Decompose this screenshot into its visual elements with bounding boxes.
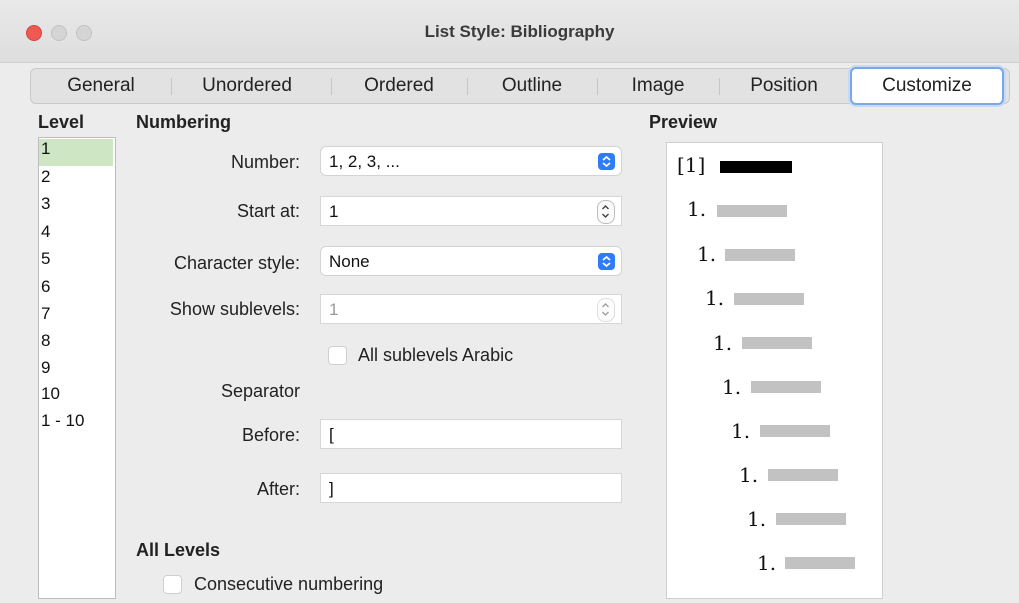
- show-sublevels-label: Show sublevels:: [169, 299, 300, 319]
- title-bar: List Style: Bibliography: [0, 0, 1019, 63]
- preview-text-bar: [785, 557, 855, 569]
- preview-text-bar: [734, 293, 804, 305]
- show-sublevels-input: 1: [320, 294, 622, 324]
- number-select[interactable]: 1, 2, 3, ...: [320, 146, 622, 176]
- tab-general[interactable]: General: [31, 69, 171, 103]
- level-item[interactable]: 8: [41, 331, 50, 351]
- all-levels-heading: All Levels: [136, 540, 221, 560]
- level-heading: Level: [38, 112, 85, 132]
- all-sublevels-arabic-label: All sublevels Arabic: [358, 345, 514, 365]
- number-select-value: 1, 2, 3, ...: [329, 152, 400, 171]
- level-item[interactable]: 6: [41, 277, 50, 297]
- preview-number: 1.: [731, 419, 751, 443]
- preview-text-bar: [720, 161, 792, 173]
- tab-position[interactable]: Position: [720, 69, 848, 103]
- preview-text-bar: [725, 249, 795, 261]
- level-item[interactable]: 10: [41, 384, 60, 404]
- preview-number: 1.: [757, 551, 777, 575]
- level-item[interactable]: 1: [39, 139, 113, 166]
- preview-number: 1.: [705, 286, 725, 310]
- tab-unordered[interactable]: Unordered: [172, 69, 322, 103]
- preview-number: 1.: [697, 242, 717, 266]
- window-title: List Style: Bibliography: [424, 22, 615, 41]
- character-style-label: Character style:: [173, 253, 300, 273]
- preview-number: 1.: [747, 507, 767, 531]
- level-item[interactable]: 2: [41, 167, 50, 187]
- after-value: ]: [329, 479, 334, 498]
- after-label: After:: [256, 479, 300, 499]
- start-at-label: Start at:: [236, 201, 300, 221]
- all-sublevels-arabic-checkbox[interactable]: [328, 346, 347, 365]
- preview-pane: [1] 1. 1. 1. 1. 1. 1. 1. 1. 1.: [666, 142, 883, 599]
- separator-label: Separator: [220, 381, 300, 401]
- character-style-select[interactable]: None: [320, 246, 622, 276]
- level-item[interactable]: 1 - 10: [41, 411, 84, 431]
- character-style-value: None: [329, 252, 370, 271]
- preview-number: 1.: [713, 331, 733, 355]
- show-sublevels-value: 1: [329, 300, 339, 319]
- tab-image[interactable]: Image: [598, 69, 718, 103]
- chevron-updown-icon: [598, 253, 615, 270]
- tab-outline[interactable]: Outline: [468, 69, 596, 103]
- level-item[interactable]: 4: [41, 222, 50, 242]
- stepper-icon[interactable]: [597, 200, 615, 224]
- before-label: Before:: [241, 425, 300, 445]
- preview-text-bar: [742, 337, 812, 349]
- preview-number: 1.: [739, 463, 759, 487]
- preview-heading: Preview: [649, 112, 718, 132]
- before-value: [: [329, 425, 334, 444]
- numbering-heading: Numbering: [136, 112, 232, 132]
- chevron-updown-icon: [598, 153, 615, 170]
- consecutive-numbering-checkbox[interactable]: [163, 575, 182, 594]
- preview-number: [1]: [677, 153, 706, 177]
- preview-text-bar: [768, 469, 838, 481]
- level-list[interactable]: 1 2 3 4 5 6 7 8 9 10 1 - 10: [38, 137, 116, 599]
- tab-ordered[interactable]: Ordered: [332, 69, 466, 103]
- level-item[interactable]: 5: [41, 249, 50, 269]
- stepper-icon: [597, 298, 615, 322]
- level-item[interactable]: 3: [41, 194, 50, 214]
- number-label: Number:: [230, 152, 300, 172]
- preview-text-bar: [776, 513, 846, 525]
- tab-customize[interactable]: Customize: [850, 67, 1004, 105]
- preview-text-bar: [760, 425, 830, 437]
- before-input[interactable]: [: [320, 419, 622, 449]
- preview-text-bar: [717, 205, 787, 217]
- start-at-input[interactable]: 1: [320, 196, 622, 226]
- level-item[interactable]: 9: [41, 358, 50, 378]
- preview-number: 1.: [687, 197, 707, 221]
- after-input[interactable]: ]: [320, 473, 622, 503]
- tab-bar: General Unordered Ordered Outline Image …: [30, 67, 1010, 105]
- preview-number: 1.: [722, 375, 742, 399]
- start-at-value: 1: [329, 202, 339, 221]
- preview-text-bar: [751, 381, 821, 393]
- level-item[interactable]: 7: [41, 304, 50, 324]
- consecutive-numbering-label: Consecutive numbering: [194, 574, 384, 594]
